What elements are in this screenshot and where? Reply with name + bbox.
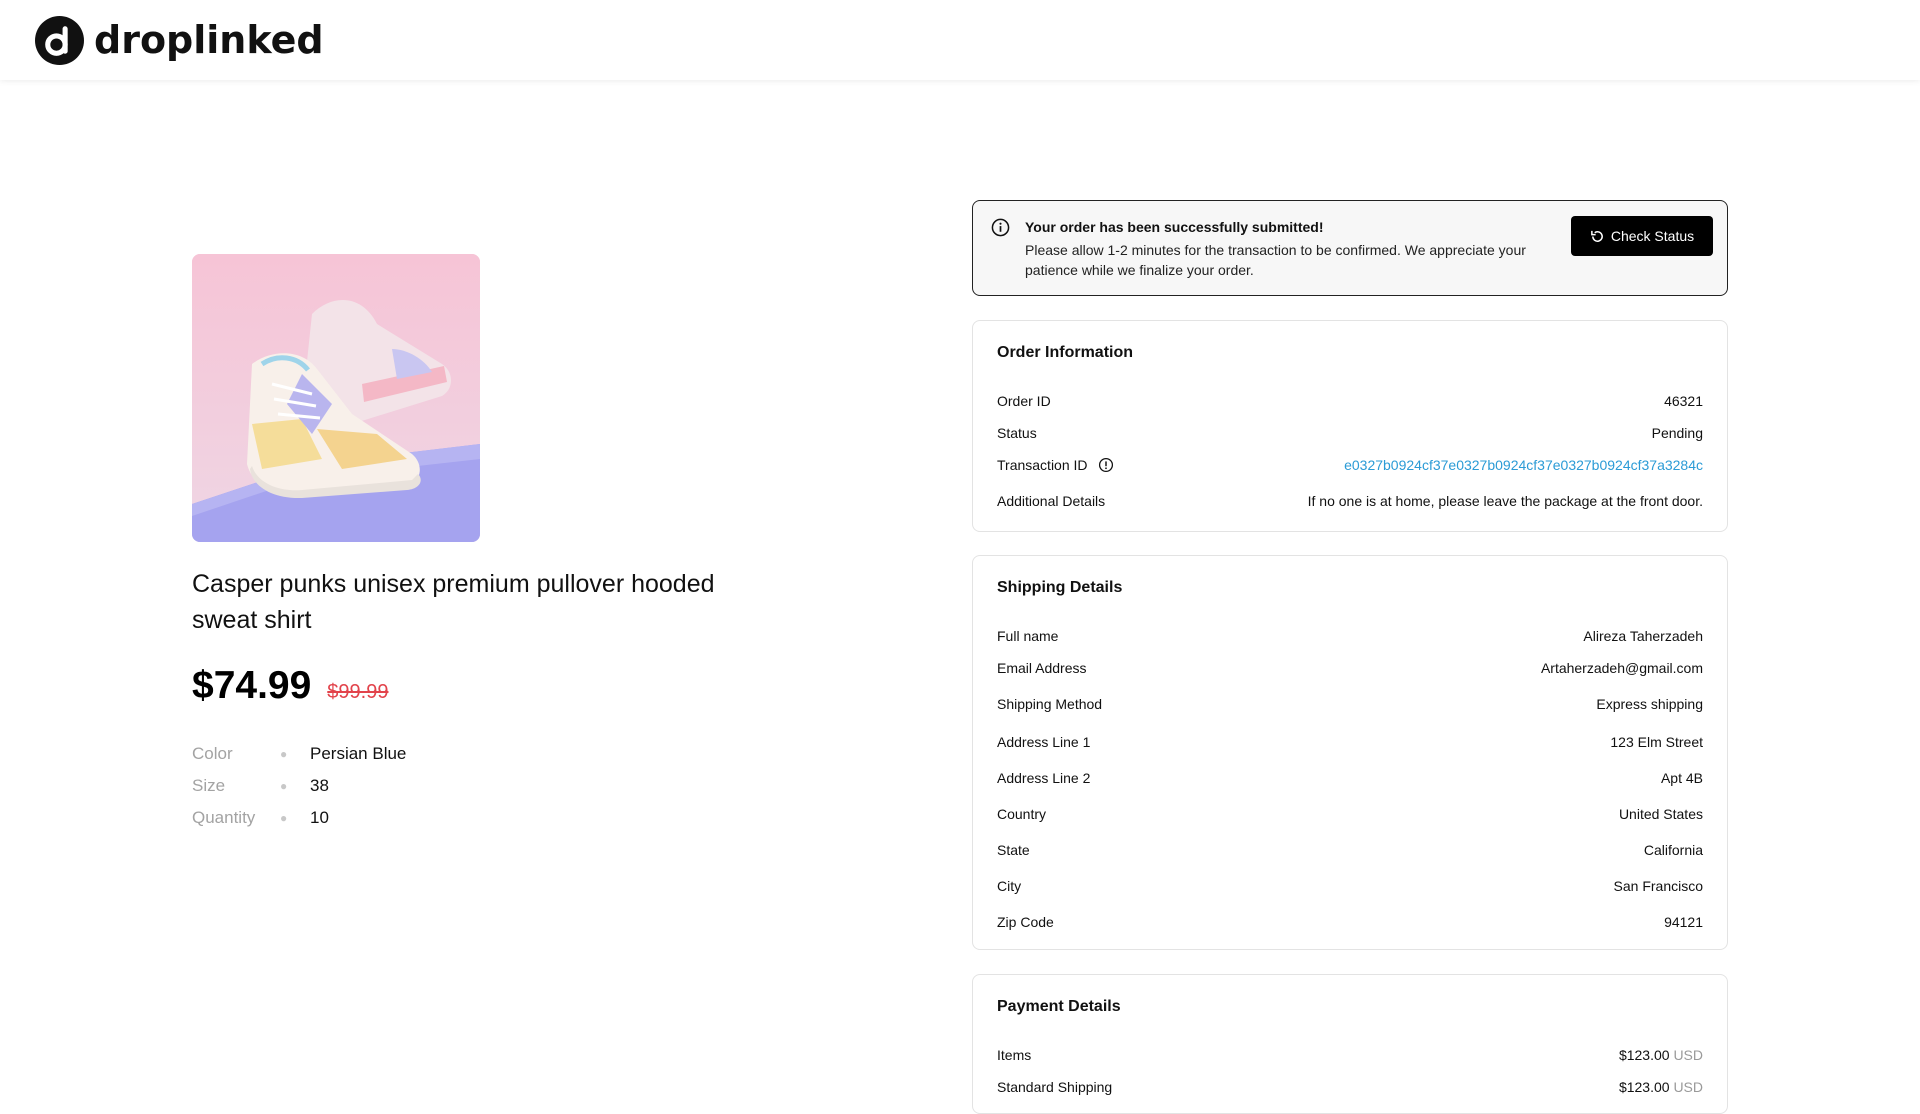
address-line-2-row: Address Line 2 Apt 4B (997, 760, 1703, 796)
row-value: 123 Elm Street (1610, 734, 1703, 750)
state-row: State California (997, 832, 1703, 868)
row-label: Standard Shipping (997, 1079, 1113, 1095)
row-value: Alireza Taherzadeh (1583, 628, 1703, 644)
product-title: Casper punks unisex premium pullover hoo… (192, 570, 715, 634)
row-label: Transaction ID (997, 457, 1114, 473)
payment-details-card: Payment Details Items $123.00 USD Standa… (972, 974, 1728, 1114)
sneaker-image-icon (192, 254, 480, 542)
attribute-label: Quantity (192, 808, 256, 827)
row-value: $123.00 USD (1619, 1079, 1703, 1095)
row-value: United States (1618, 806, 1703, 822)
order-submitted-alert: Your order has been successfully submitt… (972, 200, 1728, 296)
attribute-quantity: Quantity ● 10 (192, 802, 406, 834)
brand-name: droplinked (94, 18, 324, 62)
row-label: Email Address (997, 660, 1087, 676)
full-name-row: Full name Alireza Taherzadeh (997, 620, 1703, 652)
droplinked-logo-icon (35, 15, 84, 65)
card-title: Payment Details (997, 998, 1121, 1015)
refresh-icon (1590, 230, 1603, 242)
alert-message: Please allow 1-2 minutes for the transac… (1025, 242, 1526, 278)
row-value: Express shipping (1596, 696, 1703, 712)
shipping-method-row: Shipping Method Express shipping (997, 684, 1703, 724)
row-label: Status (997, 425, 1037, 441)
product-image (192, 254, 480, 542)
row-label: Items (997, 1047, 1032, 1063)
row-value: Apt 4B (1660, 770, 1703, 786)
row-value: 94121 (1664, 914, 1703, 930)
info-icon (991, 218, 1010, 237)
additional-details-row: Additional Details If no one is at home,… (997, 481, 1703, 521)
attribute-value: Persian Blue (310, 744, 407, 763)
row-label: Additional Details (997, 493, 1106, 509)
original-price: $99.99 (327, 681, 389, 703)
zip-code-row: Zip Code 94121 (997, 904, 1703, 940)
transaction-id-row: Transaction ID e0327b0924cf37e0327b0924c… (997, 449, 1703, 481)
current-price: $74.99 (192, 664, 312, 707)
row-value: California (1643, 842, 1703, 858)
email-row: Email Address Artaherzadeh@gmail.com (997, 652, 1703, 684)
info-icon[interactable] (1098, 457, 1114, 473)
card-title: Order Information (997, 344, 1134, 361)
transaction-id-link[interactable]: e0327b0924cf37e0327b0924cf37e0327b0924cf… (1344, 457, 1703, 473)
price-row: $74.99 $99.99 (192, 664, 388, 708)
check-status-label: Check Status (1610, 228, 1695, 244)
row-value: San Francisco (1613, 878, 1703, 894)
order-id-row: Order ID 46321 (997, 385, 1703, 417)
attribute-size: Size ● 38 (192, 770, 406, 802)
status-row: Status Pending (997, 417, 1703, 449)
attribute-color: Color ● Persian Blue (192, 738, 406, 770)
shipping-cost-row: Standard Shipping $123.00 USD (997, 1071, 1703, 1103)
check-status-button[interactable]: Check Status (1571, 216, 1713, 256)
row-value: 46321 (1664, 393, 1703, 409)
bullet-icon: ● (280, 811, 288, 825)
items-row: Items $123.00 USD (997, 1039, 1703, 1071)
row-label: Order ID (997, 393, 1051, 409)
row-label: City (997, 878, 1022, 894)
attribute-value: 38 (310, 776, 329, 795)
bullet-icon: ● (280, 779, 288, 793)
row-label: Zip Code (997, 914, 1054, 930)
row-value: Artaherzadeh@gmail.com (1540, 660, 1703, 676)
row-value: If no one is at home, please leave the p… (1307, 493, 1703, 509)
row-label: Shipping Method (997, 696, 1103, 712)
amount: $123.00 (1618, 1047, 1670, 1063)
currency-unit: USD (1673, 1047, 1703, 1063)
row-label: Country (997, 806, 1047, 822)
amount: $123.00 (1618, 1079, 1670, 1095)
bullet-icon: ● (280, 747, 288, 761)
attribute-label: Size (192, 776, 226, 795)
shipping-details-card: Shipping Details Full name Alireza Taher… (972, 555, 1728, 950)
row-value: $123.00 USD (1619, 1047, 1703, 1063)
row-value: Pending (1651, 425, 1703, 441)
country-row: Country United States (997, 796, 1703, 832)
attribute-value: 10 (310, 808, 329, 827)
top-header: droplinked (0, 0, 1920, 80)
card-title: Shipping Details (997, 579, 1123, 596)
city-row: City San Francisco (997, 868, 1703, 904)
order-information-card: Order Information Order ID 46321 Status … (972, 320, 1728, 532)
row-label: State (997, 842, 1030, 858)
currency-unit: USD (1673, 1079, 1703, 1095)
brand-logo[interactable]: droplinked (35, 15, 324, 65)
transaction-id-label: Transaction ID (997, 457, 1088, 473)
address-line-1-row: Address Line 1 123 Elm Street (997, 724, 1703, 760)
row-label: Full name (997, 628, 1059, 644)
attribute-label: Color (192, 744, 233, 763)
product-attributes: Color ● Persian Blue Size ● 38 Quantity … (192, 738, 406, 834)
row-label: Address Line 2 (997, 770, 1091, 786)
row-label: Address Line 1 (997, 734, 1091, 750)
